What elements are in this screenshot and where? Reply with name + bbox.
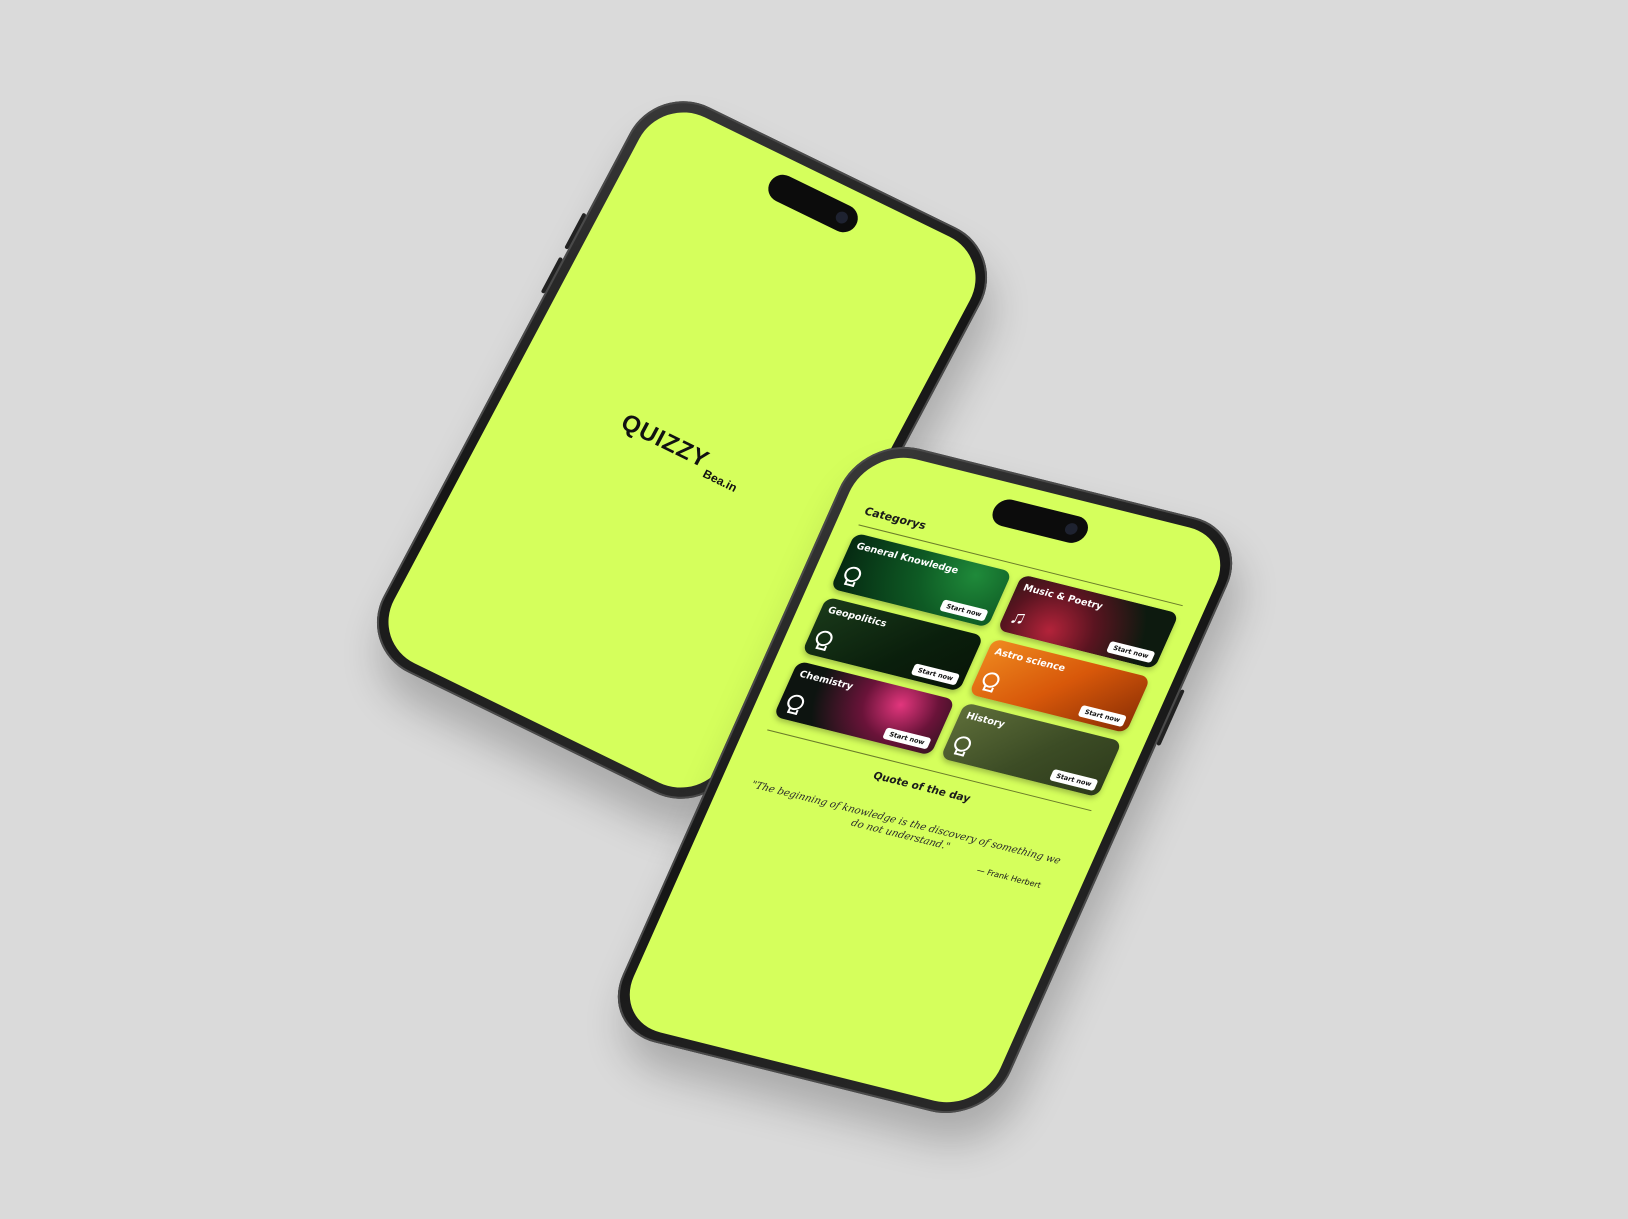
category-title: Geopolitics <box>825 604 889 630</box>
category-title: History <box>964 710 1007 731</box>
lightbulb-icon <box>978 670 1003 693</box>
start-now-button[interactable]: Start now <box>1106 640 1156 664</box>
lightbulb-icon <box>840 565 864 587</box>
start-now-button[interactable]: Start now <box>1077 704 1128 728</box>
logo-text: QUIZZY <box>616 408 714 474</box>
lightbulb-icon <box>783 693 807 715</box>
lightbulb-icon <box>811 629 836 651</box>
app-logo: QUIZZYBea.in <box>616 408 748 495</box>
mockup-stage: QUIZZYBea.in Categorys General Knowledge… <box>0 0 1628 1219</box>
category-title: Chemistry <box>797 668 855 693</box>
logo-subtext: Bea.in <box>700 466 740 495</box>
start-now-button[interactable]: Start now <box>910 663 961 686</box>
category-title: Music & Poetry <box>1021 582 1105 613</box>
category-title: Astro science <box>992 646 1068 675</box>
start-now-button[interactable]: Start now <box>939 599 989 622</box>
dynamic-island <box>763 170 863 237</box>
music-note-icon: ♫ <box>1006 605 1031 630</box>
start-now-button[interactable]: Start now <box>1049 768 1099 792</box>
start-now-button[interactable]: Start now <box>882 727 932 750</box>
lightbulb-icon <box>950 734 974 757</box>
